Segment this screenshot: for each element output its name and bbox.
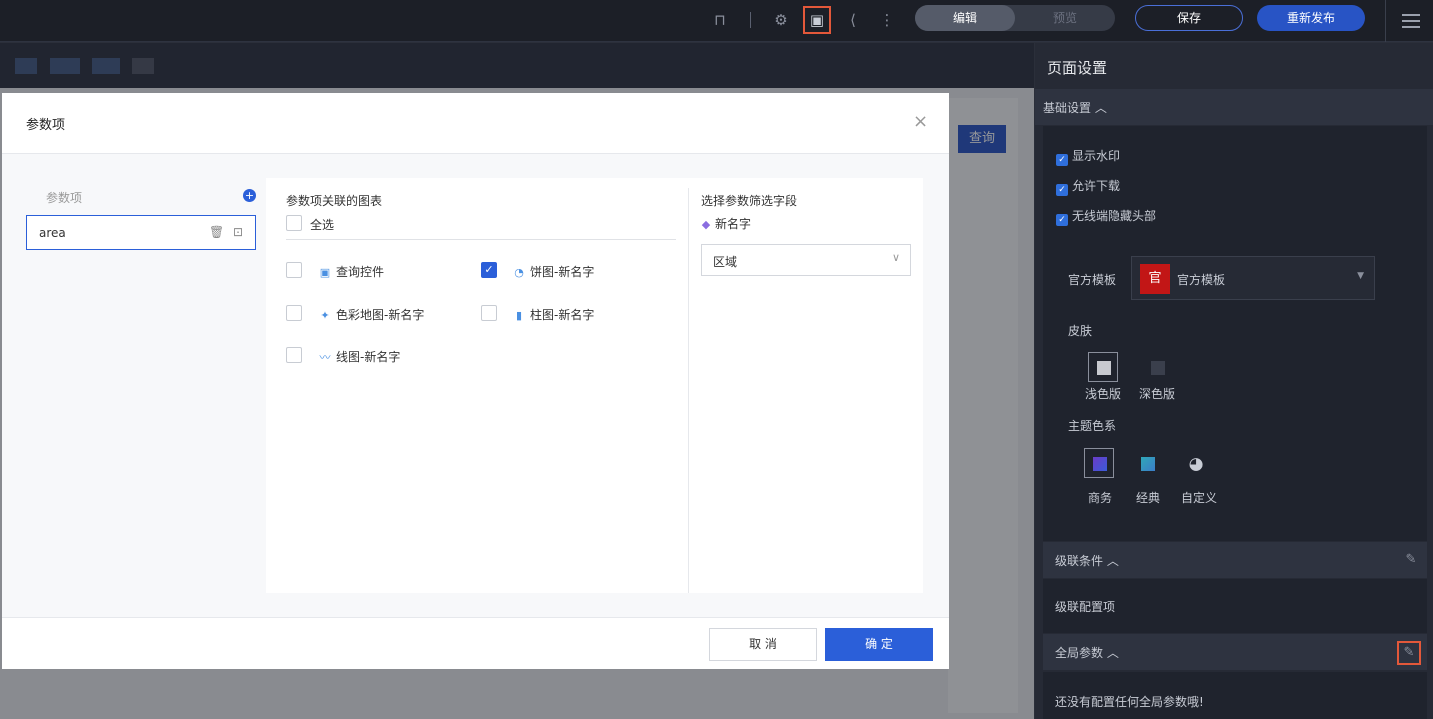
- cube-icon: ◆: [701, 218, 711, 231]
- dialog-header: 参数项 ×: [2, 93, 949, 154]
- chart-option-line: 〰线图-新名字: [319, 350, 401, 364]
- page-settings-panel: 页面设置 基础设置 ︿ ✓ 显示水印 ✓ 允许下载 ✓ 无线端隐藏头部 官方模板 官 …: [1035, 43, 1433, 719]
- global-params-body: 还没有配置任何全局参数哦!: [1043, 672, 1427, 719]
- chart-option-map: ✦ 色彩地图-新名字: [318, 306, 424, 323]
- skin-dark-label: 深色版: [1139, 387, 1176, 401]
- panel-title: 页面设置: [1047, 59, 1108, 77]
- skin-light-option[interactable]: [1088, 352, 1118, 382]
- theme-label: 主题色系: [1068, 419, 1117, 433]
- preview-mode-tab[interactable]: 预览: [1015, 5, 1115, 31]
- param-dialog: 参数项 × 参数项 + area 🗑 ⊡ 参数项关联的图表 全选 ▣ 查询控件 ✓…: [2, 93, 949, 669]
- param-config-card: 参数项关联的图表 全选 ▣ 查询控件 ✓ ◔ 饼图-新名字 ✦ 色彩地图-新名字 ▮ 柱…: [266, 178, 923, 593]
- pie-chart-icon: ◔: [514, 266, 524, 279]
- save-button[interactable]: 保存: [1135, 5, 1243, 31]
- option-watermark[interactable]: ✓ 显示水印: [1056, 147, 1120, 166]
- template-value: 官方模板: [1177, 273, 1226, 287]
- linked-charts-header: 参数项关联的图表: [286, 194, 383, 208]
- more-icon[interactable]: ⋮: [875, 8, 899, 32]
- template-label: 官方模板: [1068, 273, 1117, 287]
- chart-option-query: ▣ 查询控件: [319, 265, 385, 279]
- param-item[interactable]: area 🗑 ⊡: [26, 215, 256, 250]
- dataset-label: ◆ 新名字: [701, 217, 752, 231]
- checkbox-checked-icon[interactable]: ✓: [1056, 184, 1068, 196]
- cascade-body: 级联配置项: [1043, 579, 1427, 633]
- share-icon[interactable]: ⟨: [841, 8, 865, 32]
- chevron-up-icon: ︿: [1106, 554, 1119, 568]
- palette-icon[interactable]: ◕: [1181, 448, 1211, 478]
- mode-switch: 编辑 预览: [915, 5, 1115, 31]
- skin-dark-option[interactable]: [1142, 352, 1172, 382]
- global-params-header[interactable]: 全局参数 ︿ ✎: [1043, 634, 1427, 670]
- chart-option-pie: ◔ 饼图-新名字: [512, 263, 594, 280]
- chart-checkbox-query[interactable]: [286, 262, 302, 278]
- cascade-header[interactable]: 级联条件 ︿ ✎: [1043, 542, 1427, 578]
- confirm-button[interactable]: 确 定: [825, 628, 933, 661]
- global-params-label: 全局参数 ︿: [1055, 646, 1119, 660]
- theme-classic-option[interactable]: [1132, 448, 1162, 478]
- column-divider: [688, 188, 689, 593]
- basic-settings-header[interactable]: 基础设置 ︿: [1035, 89, 1433, 125]
- filter-field-select[interactable]: 区域 ∨: [701, 244, 911, 276]
- bar-chart-icon: ▮: [515, 309, 523, 322]
- edit-pen-icon[interactable]: ✎: [1397, 641, 1421, 665]
- basic-settings-body: ✓ 显示水印 ✓ 允许下载 ✓ 无线端隐藏头部 官方模板 官 官方模板 ▼ 皮肤 浅色…: [1043, 126, 1427, 541]
- theme-classic-label: 经典: [1136, 491, 1161, 505]
- query-control-icon: ▣: [319, 266, 331, 279]
- line-chart-icon: 〰: [319, 351, 331, 364]
- edit-pen-icon[interactable]: ✎: [1401, 550, 1421, 570]
- top-toolbar: ⊓ ⚙ ▣ ⟨ ⋮ 编辑 预览 保存 重新发布: [0, 0, 1433, 42]
- global-params-empty-text: 还没有配置任何全局参数哦!: [1055, 695, 1204, 709]
- chart-checkbox-line[interactable]: [286, 347, 302, 363]
- select-all-label: 全选: [310, 218, 335, 232]
- unlock-icon[interactable]: ⊓: [708, 8, 732, 32]
- param-list-label: 参数项: [46, 191, 83, 205]
- skin-label: 皮肤: [1068, 324, 1093, 338]
- checkbox-checked-icon[interactable]: ✓: [1056, 154, 1068, 166]
- skin-light-label: 浅色版: [1085, 387, 1122, 401]
- dialog-title: 参数项: [26, 118, 66, 133]
- template-logo: 官: [1140, 264, 1170, 294]
- cancel-button[interactable]: 取 消: [709, 628, 817, 661]
- close-icon[interactable]: ×: [913, 111, 928, 132]
- add-param-icon[interactable]: +: [243, 189, 256, 202]
- param-name: area: [39, 226, 66, 240]
- page-params-icon[interactable]: ▣: [803, 6, 831, 34]
- cascade-config-item[interactable]: 级联配置项: [1055, 598, 1115, 615]
- edit-mode-tab[interactable]: 编辑: [915, 5, 1015, 31]
- toolbar-divider: [750, 12, 751, 28]
- theme-business-label: 商务: [1088, 491, 1113, 505]
- divider: [286, 239, 676, 240]
- chevron-up-icon: ︿: [1106, 646, 1119, 660]
- option-hide-mobile-header[interactable]: ✓ 无线端隐藏头部: [1056, 207, 1156, 226]
- map-icon: ✦: [320, 309, 330, 322]
- hamburger-menu-icon[interactable]: [1385, 0, 1433, 42]
- theme-business-option[interactable]: [1084, 448, 1114, 478]
- cascade-label: 级联条件 ︿: [1055, 554, 1119, 568]
- republish-button[interactable]: 重新发布: [1257, 5, 1365, 31]
- template-select[interactable]: 官 官方模板 ▼: [1131, 256, 1375, 300]
- trash-icon[interactable]: 🗑: [209, 225, 224, 239]
- dialog-footer: 取 消 确 定: [2, 617, 949, 669]
- chart-checkbox-pie[interactable]: ✓: [481, 262, 497, 278]
- chart-option-bar: ▮ 柱图-新名字: [512, 306, 594, 323]
- filter-field-header: 选择参数筛选字段: [701, 194, 798, 208]
- checkbox-checked-icon[interactable]: ✓: [1056, 214, 1068, 226]
- chevron-down-icon: ∨: [891, 251, 900, 264]
- rename-icon[interactable]: ⊡: [233, 225, 243, 239]
- theme-custom-label: 自定义: [1181, 491, 1218, 505]
- gear-icon[interactable]: ⚙: [769, 8, 793, 32]
- select-all-checkbox[interactable]: [286, 215, 302, 231]
- caret-down-icon: ▼: [1357, 271, 1364, 281]
- basic-settings-label: 基础设置 ︿: [1043, 101, 1107, 115]
- filter-field-value: 区域: [713, 255, 738, 269]
- chart-checkbox-map[interactable]: [286, 305, 302, 321]
- chevron-up-icon: ︿: [1094, 101, 1107, 115]
- chart-checkbox-bar[interactable]: [481, 305, 497, 321]
- option-allow-download[interactable]: ✓ 允许下载: [1056, 177, 1120, 196]
